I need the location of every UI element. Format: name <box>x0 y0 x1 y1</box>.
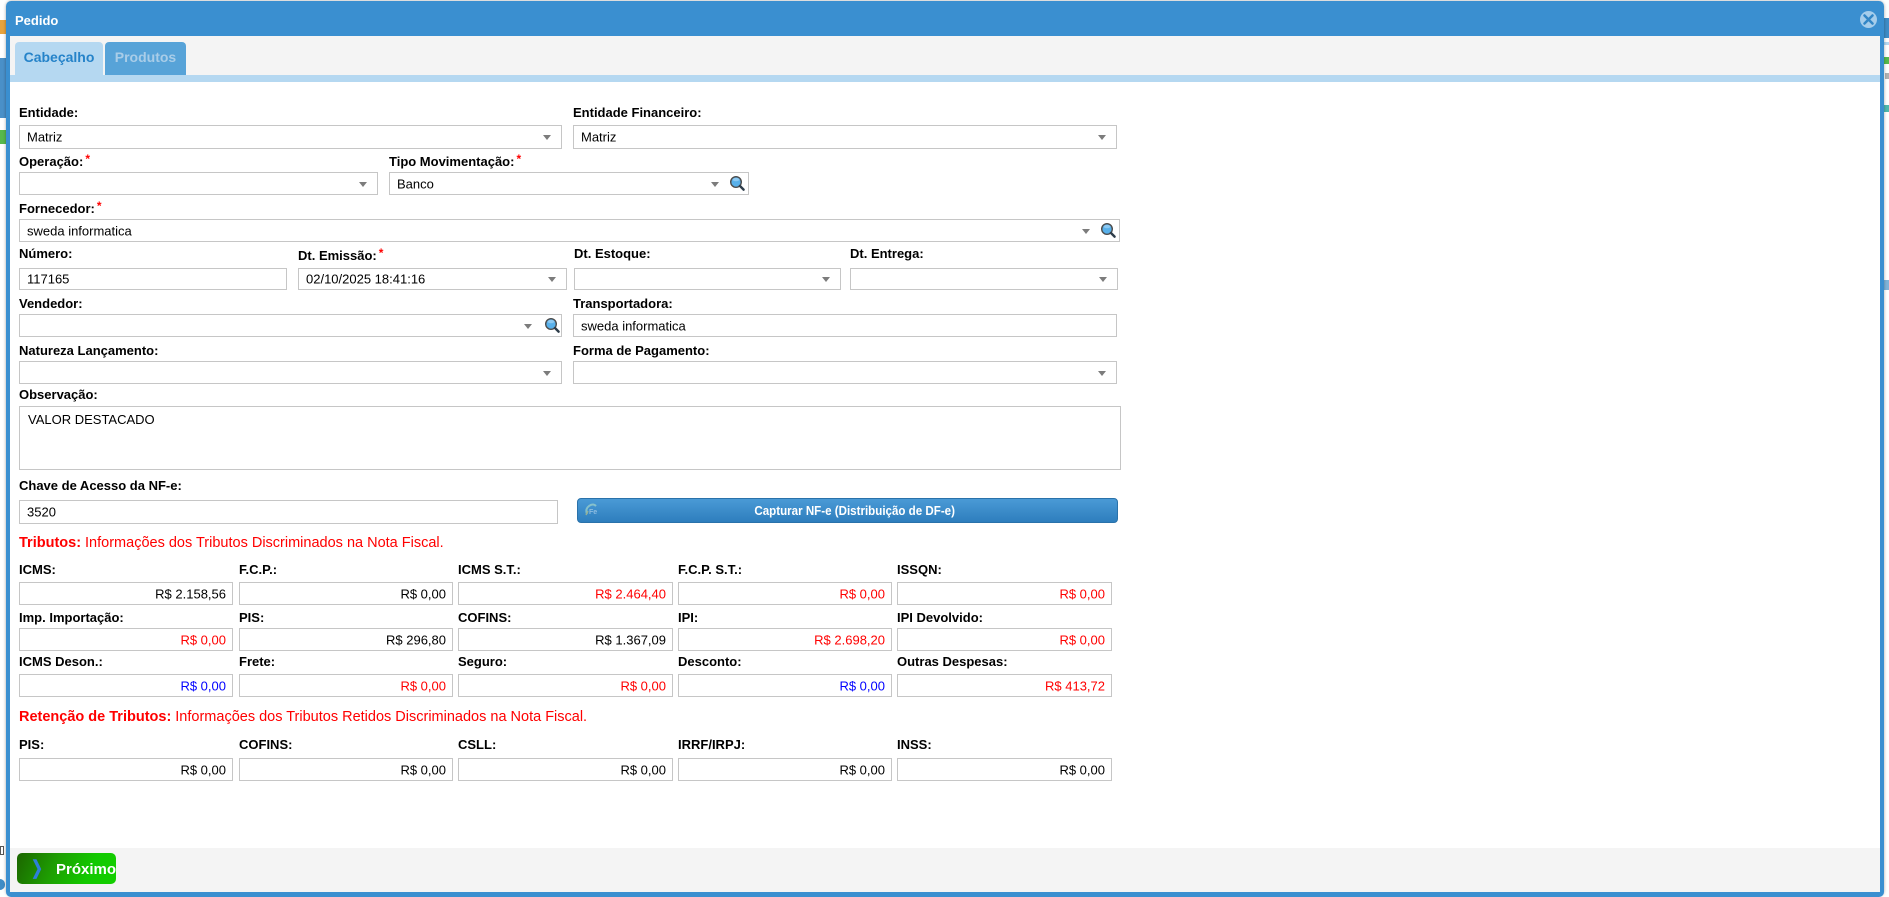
svg-text:Fe: Fe <box>589 509 597 516</box>
